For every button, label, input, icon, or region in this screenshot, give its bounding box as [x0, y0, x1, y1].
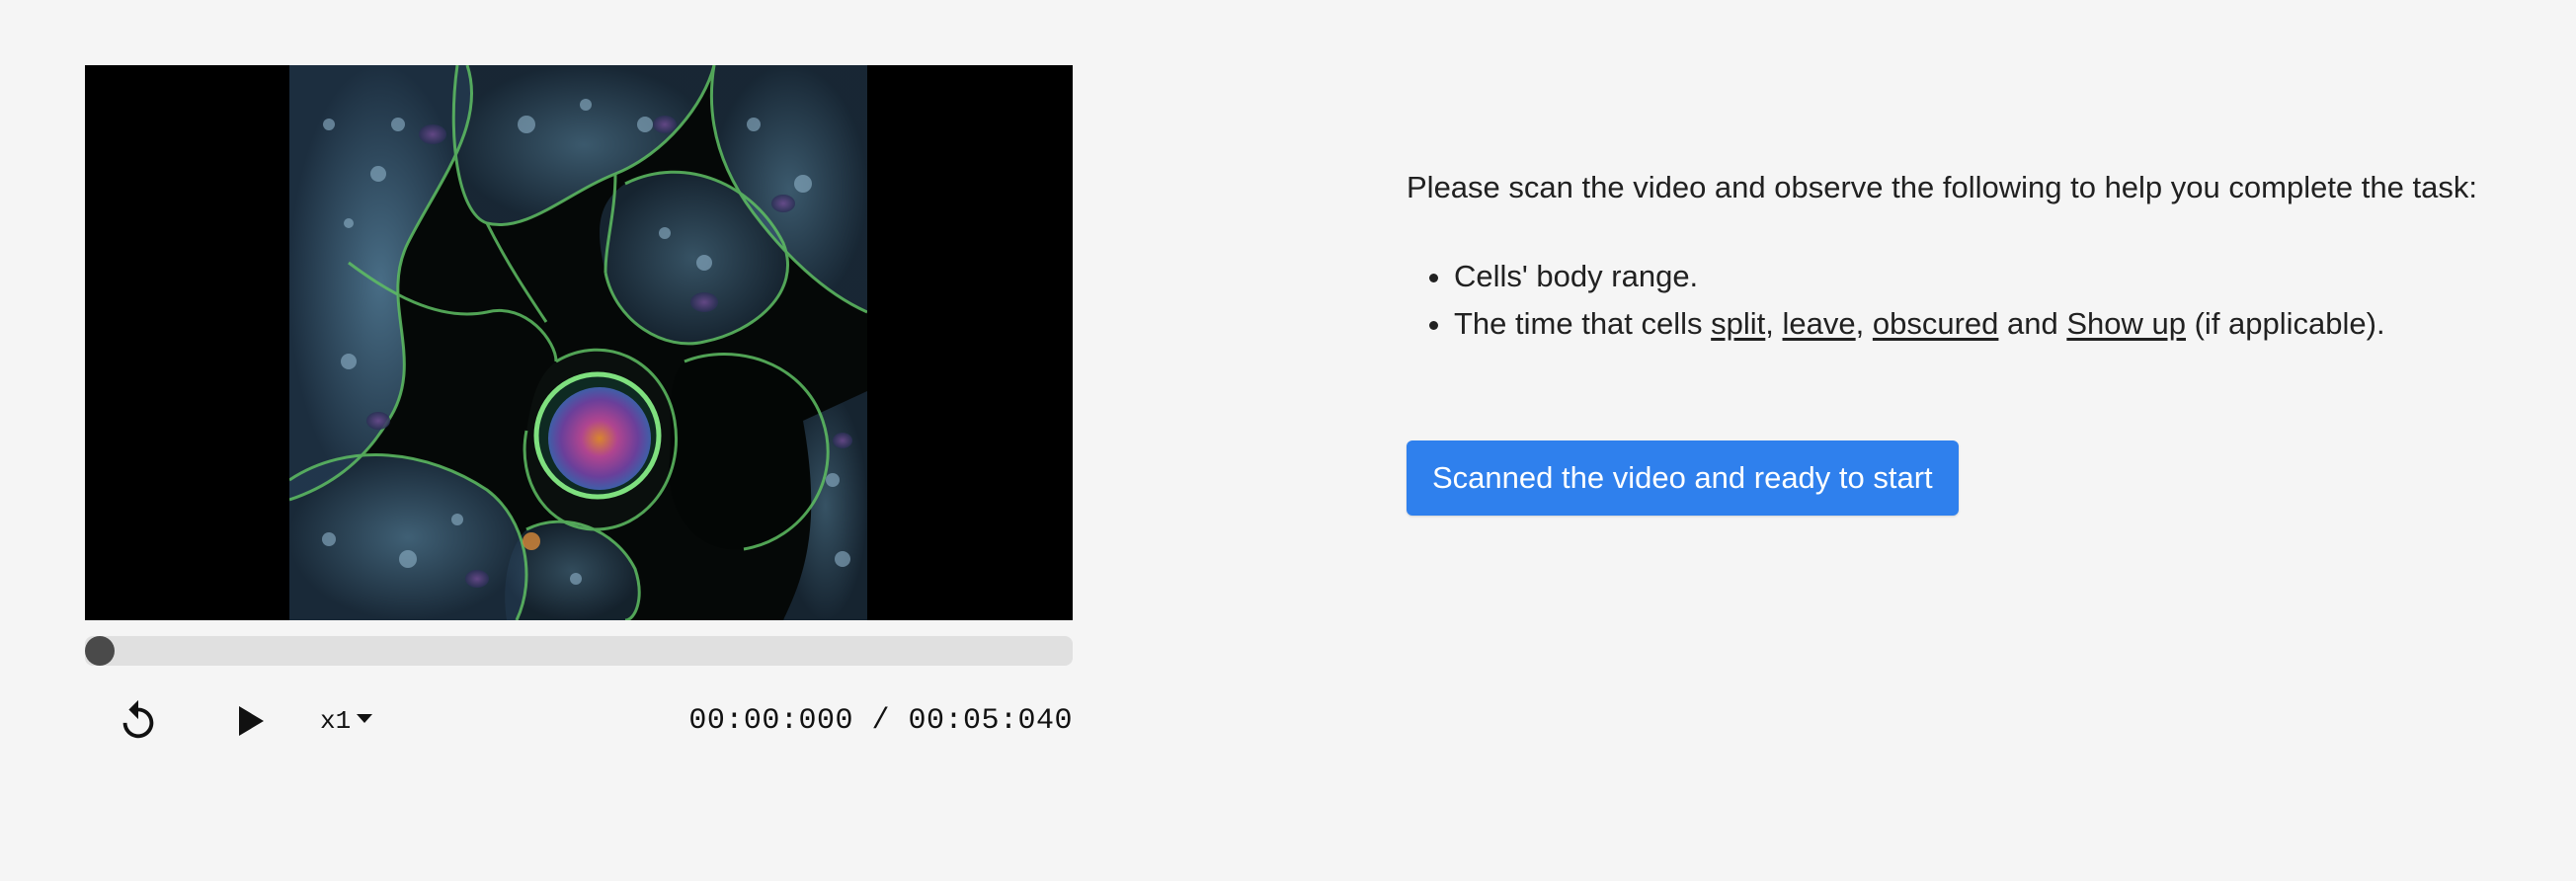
player-controls: x1 00:00:000 / 00:05:040 [85, 691, 1073, 751]
events-suffix: (if applicable). [2186, 306, 2385, 341]
play-button[interactable] [219, 691, 279, 751]
events-separator: , [1855, 306, 1873, 341]
checklist-item-events: The time that cells split, leave, obscur… [1454, 300, 2552, 348]
time-separator: / [852, 704, 909, 738]
events-separator: , [1765, 306, 1783, 341]
caret-down-icon [357, 713, 373, 723]
playback-speed-dropdown[interactable]: x1 [320, 701, 373, 741]
video-viewport[interactable] [85, 65, 1073, 620]
progress-slider[interactable] [85, 636, 1073, 666]
replay-button[interactable] [109, 691, 168, 751]
current-time: 00:00:000 [688, 704, 853, 738]
events-prefix: The time that cells [1454, 306, 1712, 341]
instructions-panel: Please scan the video and observe the fo… [1407, 164, 2552, 516]
time-readout: 00:00:000 / 00:05:040 [688, 701, 1073, 741]
ready-to-start-button[interactable]: Scanned the video and ready to start [1407, 440, 1959, 516]
observation-checklist: Cells' body range. The time that cells s… [1407, 253, 2552, 348]
play-icon [239, 706, 264, 736]
video-frame-image [289, 65, 867, 620]
term-leave-link[interactable]: leave [1783, 306, 1856, 341]
page: x1 00:00:000 / 00:05:040 Please scan the… [0, 0, 2576, 881]
term-show-up-link[interactable]: Show up [2066, 306, 2186, 341]
checklist-item-body-range: Cells' body range. [1454, 253, 2552, 300]
instructions-intro: Please scan the video and observe the fo… [1407, 170, 2477, 204]
replay-icon [122, 699, 154, 739]
playback-speed-label: x1 [320, 706, 352, 736]
term-split-link[interactable]: split [1711, 306, 1765, 341]
total-duration: 00:05:040 [908, 704, 1073, 738]
term-obscured-link[interactable]: obscured [1873, 306, 1999, 341]
events-separator: and [1998, 306, 2067, 341]
video-player: x1 00:00:000 / 00:05:040 [85, 65, 1073, 751]
progress-thumb[interactable] [85, 636, 115, 666]
